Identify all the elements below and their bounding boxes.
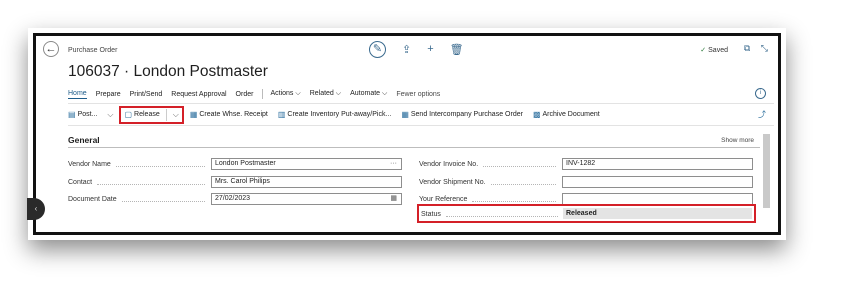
trash-icon[interactable]: 🗑 [450, 43, 464, 56]
plus-icon[interactable]: + [427, 43, 433, 55]
collapse-icon[interactable]: ⤡ [761, 43, 768, 53]
calendar-icon[interactable]: ▦ [390, 194, 397, 204]
archive-icon: ▩ [532, 110, 541, 119]
create-whse-receipt-button[interactable]: ▦ Create Whse. Receipt [190, 110, 268, 119]
vendor-invoice-no-label: Vendor Invoice No. [419, 160, 479, 168]
create-whse-receipt-label: Create Whse. Receipt [199, 111, 268, 118]
menu-prepare[interactable]: Prepare [96, 91, 121, 98]
status-value: Released [563, 208, 752, 219]
post-label: Post... [77, 111, 98, 118]
promoted-actions-toolbar: ▤ Post... ⌵ ▢ Release ⌵ ▦ Create Whse. Rece… [68, 103, 774, 126]
saved-status: ✓ Saved [700, 46, 728, 54]
saved-label: Saved [708, 47, 728, 54]
send-intercompany-label: Send Intercompany Purchase Order [410, 111, 523, 118]
menu-request-approval[interactable]: Request Approval [171, 91, 226, 98]
share-icon[interactable]: ⇪ [402, 43, 411, 56]
contact-field[interactable]: Mrs. Carol Philips [211, 176, 402, 188]
menu-fewer-options[interactable]: Fewer options [396, 91, 440, 98]
status-label-row: Status [421, 208, 563, 220]
release-divider [165, 108, 167, 121]
archive-document-button[interactable]: ▩ Archive Document [533, 110, 600, 119]
ellipsis-icon[interactable]: ··· [390, 159, 397, 169]
release-label: Release [134, 111, 160, 118]
menu-actions[interactable]: Actions ⌵ [270, 90, 300, 98]
menu-order[interactable]: Order [236, 91, 254, 98]
page-title: 106037 · London Postmaster [68, 63, 268, 80]
leader-dots [490, 178, 556, 185]
document-date-value: 27/02/2023 [215, 195, 251, 202]
vendor-name-label-row: Vendor Name [68, 158, 210, 170]
menu-related[interactable]: Related ⌵ [310, 90, 341, 98]
vendor-invoice-no-value: INV-1282 [566, 160, 596, 167]
leader-dots [115, 160, 205, 167]
window-icons: ⧉ ⤡ [736, 43, 768, 54]
release-button-highlight: ▢ Release ⌵ [119, 105, 184, 124]
pin-icon[interactable]: ⤴ [758, 109, 766, 120]
document-date-label: Document Date [68, 195, 117, 203]
menu-actions-label: Actions [270, 90, 294, 97]
vendor-name-label: Vendor Name [68, 160, 111, 168]
leader-dots [121, 195, 205, 202]
document-date-label-row: Document Date [68, 193, 210, 205]
info-icon[interactable]: i [755, 88, 766, 99]
vendor-name-value: London Postmaster [215, 160, 276, 167]
purchase-order-window: ← Purchase Order 106037 · London Postmas… [33, 33, 781, 235]
action-menu-bar: Home Prepare Print/Send Request Approval… [68, 89, 449, 99]
warehouse-receipt-icon: ▦ [189, 110, 198, 119]
page-actions: ✎ ⇪ + 🗑 [369, 40, 480, 58]
archive-document-label: Archive Document [542, 111, 600, 118]
menu-automate-label: Automate [350, 90, 381, 97]
back-arrow-icon[interactable]: ← [43, 41, 59, 57]
show-more-link[interactable]: Show more [721, 137, 754, 144]
vendor-invoice-no-field[interactable]: INV-1282 [562, 158, 753, 170]
leader-dots [472, 195, 556, 202]
menu-home[interactable]: Home [68, 90, 87, 99]
contact-value: Mrs. Carol Philips [215, 178, 270, 185]
menu-related-label: Related [309, 90, 334, 97]
vendor-shipment-no-label: Vendor Shipment No. [419, 178, 486, 186]
open-new-window-icon[interactable]: ⧉ [744, 43, 750, 53]
send-icon: ▦ [401, 110, 409, 119]
leader-dots [445, 210, 558, 217]
leader-dots [97, 178, 205, 185]
general-section-title[interactable]: General [68, 135, 100, 145]
post-button[interactable]: ▤ Post... [68, 110, 97, 119]
inventory-putaway-icon: ▥ [277, 110, 286, 119]
post-chevron-down-icon[interactable]: ⌵ [107, 110, 113, 120]
send-intercompany-button[interactable]: ▦ Send Intercompany Purchase Order [401, 110, 523, 119]
your-reference-label: Your Reference [419, 195, 468, 203]
create-inventory-putaway-label: Create Inventory Put-away/Pick... [287, 111, 392, 118]
document-date-field[interactable]: 27/02/2023 ▦ [211, 193, 402, 205]
menu-automate[interactable]: Automate ⌵ [350, 90, 387, 98]
pencil-icon[interactable]: ✎ [369, 40, 386, 58]
check-icon: ✓ [700, 47, 707, 54]
vendor-name-field[interactable]: London Postmaster ··· [211, 158, 402, 170]
release-icon: ▢ [124, 110, 133, 119]
section-divider [68, 147, 760, 148]
vendor-shipment-no-label-row: Vendor Shipment No. [419, 176, 561, 188]
contact-label-row: Contact [68, 176, 210, 188]
create-inventory-putaway-button[interactable]: ▥ Create Inventory Put-away/Pick... [278, 110, 391, 119]
post-icon: ▤ [68, 110, 76, 119]
breadcrumb: Purchase Order [68, 47, 118, 54]
menu-divider [262, 89, 264, 99]
leader-dots [483, 160, 556, 167]
release-button[interactable]: ▢ Release [124, 110, 159, 119]
menu-print-send[interactable]: Print/Send [130, 91, 163, 98]
vertical-scrollbar[interactable] [763, 134, 770, 208]
vendor-shipment-no-field[interactable] [562, 176, 753, 188]
contact-label: Contact [68, 178, 93, 186]
release-chevron-down-icon[interactable]: ⌵ [173, 110, 179, 120]
vendor-invoice-no-label-row: Vendor Invoice No. [419, 158, 561, 170]
status-highlight-box: Status Released [417, 204, 756, 223]
status-label: Status [421, 210, 441, 218]
